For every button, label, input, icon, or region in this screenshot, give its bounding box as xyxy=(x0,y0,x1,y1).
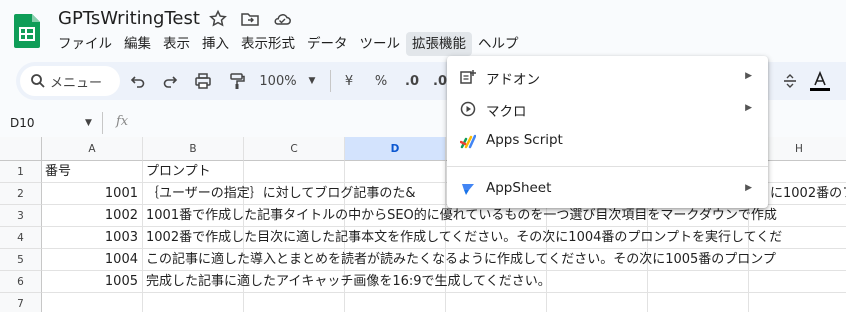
undo-icon[interactable] xyxy=(128,70,148,92)
cell-b1[interactable]: プロンプト xyxy=(143,161,244,183)
redo-icon[interactable] xyxy=(160,70,180,92)
menu-item-addons-label: アドオン xyxy=(486,72,540,88)
menu-item-macros-label: マクロ xyxy=(486,104,527,120)
row-header[interactable]: 1 xyxy=(0,161,42,183)
menu-view[interactable]: 表示 xyxy=(157,32,196,56)
column-header-a[interactable]: A xyxy=(42,137,143,161)
cell-b5[interactable]: この記事に適した導入とまとめを読者が読みたくなるように作成してください。その次に… xyxy=(143,249,846,271)
search-icon xyxy=(30,73,46,93)
cell-a2[interactable]: 1001 xyxy=(42,183,143,205)
empty-cell[interactable] xyxy=(244,293,345,312)
column-header-c[interactable]: C xyxy=(244,137,345,161)
menu-extensions[interactable]: 拡張機能 xyxy=(406,32,472,56)
empty-cell[interactable] xyxy=(42,293,143,312)
toolbar-divider xyxy=(330,70,331,92)
select-all-corner[interactable] xyxy=(0,137,42,161)
cloud-status-icon[interactable] xyxy=(272,9,292,29)
move-folder-icon[interactable] xyxy=(240,9,260,29)
empty-cell[interactable] xyxy=(446,293,547,312)
row-header[interactable]: 5 xyxy=(0,249,42,271)
row-header[interactable]: 6 xyxy=(0,271,42,293)
star-icon[interactable] xyxy=(208,9,228,29)
strikethrough-icon[interactable] xyxy=(780,70,800,92)
row-header[interactable]: 3 xyxy=(0,205,42,227)
percent-format-button[interactable]: % xyxy=(372,70,390,92)
row-header[interactable]: 2 xyxy=(0,183,42,205)
apps-script-icon xyxy=(459,133,477,149)
menu-help[interactable]: ヘルプ xyxy=(472,32,525,56)
increase-decimal-button[interactable]: .0 xyxy=(432,70,448,92)
cell-b2-overflow-text: に1002番のフ xyxy=(770,186,846,201)
menu-item-appsheet[interactable]: AppSheet ▶ xyxy=(447,174,768,204)
menu-item-apps-script-label: Apps Script xyxy=(486,132,563,148)
cell-a3[interactable]: 1002 xyxy=(42,205,143,227)
document-title[interactable]: GPTsWritingTest xyxy=(58,8,200,29)
empty-cell[interactable] xyxy=(648,293,749,312)
menu-item-addons[interactable]: アドオン ▶ xyxy=(447,62,768,92)
cell-a4[interactable]: 1003 xyxy=(42,227,143,249)
row-header[interactable]: 7 xyxy=(0,293,42,312)
cell-a1[interactable]: 番号 xyxy=(42,161,143,183)
empty-cell[interactable] xyxy=(244,161,345,183)
currency-format-button[interactable]: ¥ xyxy=(340,70,358,92)
zoom-chevron-down-icon[interactable]: ▼ xyxy=(306,70,318,92)
addon-icon xyxy=(460,69,476,85)
row-header[interactable]: 4 xyxy=(0,227,42,249)
menu-item-macros[interactable]: マクロ ▶ xyxy=(447,94,768,124)
empty-cell[interactable] xyxy=(547,293,648,312)
text-color-icon[interactable] xyxy=(808,70,832,92)
paint-format-icon[interactable] xyxy=(226,70,248,92)
menu-data[interactable]: データ xyxy=(301,32,354,56)
submenu-arrow-icon: ▶ xyxy=(745,183,752,193)
empty-cell[interactable] xyxy=(345,293,446,312)
menu-file[interactable]: ファイル xyxy=(52,32,118,56)
cell-b3[interactable]: 1001番で作成した記事タイトルの中からSEO的に優れているものを一つ選び目次項… xyxy=(143,205,846,227)
cell-a6[interactable]: 1005 xyxy=(42,271,143,293)
fx-icon: fx xyxy=(116,114,129,129)
macro-icon xyxy=(460,101,476,117)
menu-edit[interactable]: 編集 xyxy=(118,32,157,56)
submenu-arrow-icon: ▶ xyxy=(745,71,752,81)
empty-cell[interactable] xyxy=(345,161,446,183)
cell-a5[interactable]: 1004 xyxy=(42,249,143,271)
menu-bar: ファイル 編集 表示 挿入 表示形式 データ ツール 拡張機能 ヘルプ xyxy=(52,32,525,56)
menu-insert[interactable]: 挿入 xyxy=(196,32,235,56)
decrease-decimal-button[interactable]: .0 xyxy=(402,70,422,92)
name-box[interactable]: D10 xyxy=(10,116,35,130)
extensions-menu: アドオン ▶ マクロ ▶ Apps Script AppSheet ▶ xyxy=(447,56,768,208)
cell-b4[interactable]: 1002番で作成した目次に適した記事本文を作成してください。その次に1004番の… xyxy=(143,227,846,249)
name-box-chevron-down-icon[interactable]: ▼ xyxy=(85,118,92,128)
menu-divider xyxy=(447,166,768,167)
column-header-d[interactable]: D xyxy=(345,137,446,161)
cell-b6[interactable]: 完成した記事に適したアイキャッチ画像を16:9で生成してください。 xyxy=(143,271,846,293)
empty-cell[interactable] xyxy=(749,293,846,312)
submenu-arrow-icon: ▶ xyxy=(745,103,752,113)
formula-bar-divider xyxy=(102,112,103,134)
cell-b2[interactable]: ｛ユーザーの指定｝に対してブログ記事のた& xyxy=(143,183,453,205)
sheets-logo-icon[interactable] xyxy=(14,14,40,48)
menu-item-apps-script[interactable]: Apps Script xyxy=(447,126,768,156)
menu-search-label: メニュー xyxy=(50,76,103,91)
column-header-b[interactable]: B xyxy=(143,137,244,161)
menu-search-button[interactable]: メニュー xyxy=(20,66,120,96)
menu-item-appsheet-label: AppSheet xyxy=(486,180,552,196)
print-icon[interactable] xyxy=(192,70,214,92)
zoom-select[interactable]: 100% xyxy=(258,70,298,92)
appsheet-icon xyxy=(460,181,476,197)
menu-tools[interactable]: ツール xyxy=(354,32,407,56)
menu-format[interactable]: 表示形式 xyxy=(235,32,301,56)
empty-cell[interactable] xyxy=(143,293,244,312)
